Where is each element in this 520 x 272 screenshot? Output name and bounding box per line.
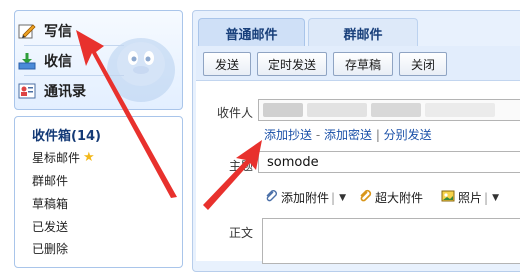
tab-group-mail[interactable]: 群邮件 <box>308 18 418 47</box>
recipient-links: 添加抄送 - 添加密送 | 分别发送 <box>264 126 432 143</box>
chevron-down-icon[interactable]: ▼ <box>339 193 346 203</box>
pencil-icon <box>18 22 36 40</box>
add-bcc-link[interactable]: 添加密送 <box>324 128 372 142</box>
inbox-download-icon <box>18 52 36 70</box>
add-cc-link[interactable]: 添加抄送 <box>264 128 312 142</box>
save-draft-button[interactable]: 存草稿 <box>333 52 393 76</box>
attachment-toolbar: 添加附件 | ▼ 超大附件 照片 | ▼ <box>264 189 505 206</box>
toolbar-divider: | <box>484 190 489 205</box>
large-attachment-button[interactable]: 超大附件 <box>375 189 423 206</box>
scheduled-send-button[interactable]: 定时发送 <box>257 52 327 76</box>
contacts-nav-item[interactable]: 通讯录 <box>18 78 128 104</box>
paperclip-icon <box>358 189 372 206</box>
close-button[interactable]: 关闭 <box>399 52 447 76</box>
link-separator: - <box>312 128 324 142</box>
body-editor[interactable] <box>262 218 520 264</box>
blurred-recipient <box>263 103 303 117</box>
inbox-folder-title[interactable]: 收件箱(14) <box>32 125 101 144</box>
folder-item-sent[interactable]: 已发送 <box>32 218 68 235</box>
star-icon: ★ <box>83 150 95 165</box>
body-label: 正文 <box>228 226 253 240</box>
add-attachment-button[interactable]: 添加附件 <box>281 189 329 206</box>
toolbar-divider: | <box>331 190 336 205</box>
tab-normal-mail[interactable]: 普通邮件 <box>198 18 305 47</box>
nav-divider <box>24 45 124 46</box>
blurred-recipient <box>371 103 421 117</box>
contacts-card-icon <box>18 82 36 100</box>
compose-label: 写信 <box>44 24 72 40</box>
subject-input[interactable]: somode <box>258 151 520 173</box>
nav-divider <box>24 75 124 76</box>
folder-item-drafts[interactable]: 草稿箱 <box>32 195 68 212</box>
folder-item-label: 星标邮件 <box>32 151 81 165</box>
subject-label: 主题 <box>228 159 253 173</box>
recipient-label: 收件人 <box>216 106 253 120</box>
folder-item-group[interactable]: 群邮件 <box>32 172 68 189</box>
contacts-label: 通讯录 <box>44 84 86 100</box>
chevron-down-icon[interactable]: ▼ <box>492 193 499 203</box>
inbox-label: 收信 <box>44 54 72 70</box>
folder-item-deleted[interactable]: 已删除 <box>32 240 68 257</box>
recipient-input[interactable] <box>258 99 520 121</box>
photo-icon <box>441 189 455 206</box>
paperclip-icon <box>264 189 278 206</box>
send-button[interactable]: 发送 <box>203 52 251 76</box>
blurred-recipient <box>425 103 495 117</box>
link-separator: | <box>372 128 384 142</box>
photo-button[interactable]: 照片 <box>458 189 482 206</box>
inbox-nav-item[interactable]: 收信 <box>18 48 128 74</box>
compose-nav-item[interactable]: 写信 <box>18 18 128 44</box>
blurred-recipient <box>307 103 367 117</box>
separate-send-link[interactable]: 分别发送 <box>384 128 432 142</box>
folder-item-starred[interactable]: 星标邮件 ★ <box>32 149 95 166</box>
